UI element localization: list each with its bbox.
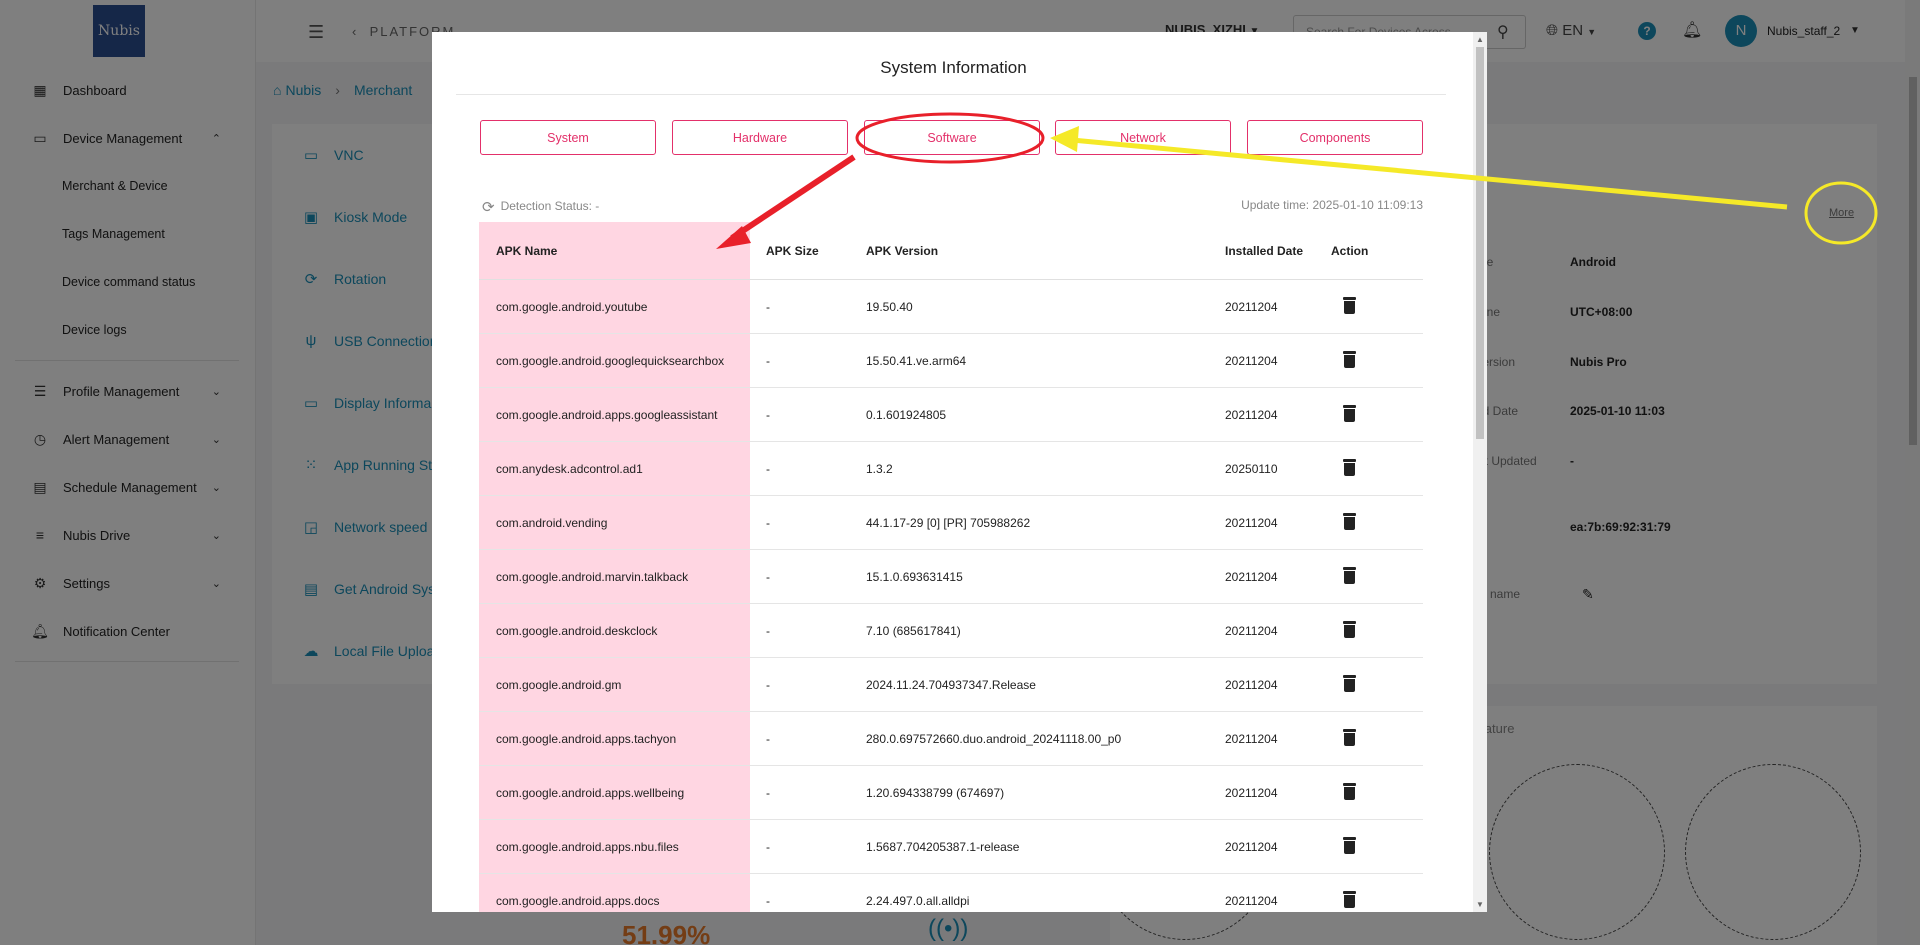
- table-row: com.android.vending - 44.1.17-29 [0] [PR…: [479, 496, 1423, 550]
- table-row: com.google.android.apps.tachyon - 280.0.…: [479, 712, 1423, 766]
- col-installed-date[interactable]: Installed Date: [1225, 244, 1303, 258]
- modal-scrollbar[interactable]: ▲ ▼: [1473, 32, 1487, 912]
- modal-scroll-thumb[interactable]: [1476, 47, 1484, 439]
- system-information-modal: System Information System Hardware Softw…: [432, 32, 1487, 912]
- update-time: Update time: 2025-01-10 11:09:13: [1241, 198, 1423, 212]
- delete-icon[interactable]: [1343, 567, 1356, 584]
- delete-icon[interactable]: [1343, 891, 1356, 908]
- modal-title: System Information: [880, 58, 1027, 77]
- delete-icon[interactable]: [1343, 459, 1356, 476]
- modal-divider: [456, 94, 1446, 95]
- delete-icon[interactable]: [1343, 351, 1356, 368]
- tab-system[interactable]: System: [480, 120, 656, 155]
- tab-network[interactable]: Network: [1055, 120, 1231, 155]
- delete-icon[interactable]: [1343, 837, 1356, 854]
- table-row: com.google.android.marvin.talkback - 15.…: [479, 550, 1423, 604]
- delete-icon[interactable]: [1343, 783, 1356, 800]
- scroll-up-icon[interactable]: ▲: [1476, 35, 1484, 44]
- table-row: com.google.android.apps.nbu.files - 1.56…: [479, 820, 1423, 874]
- table-row: com.google.android.googlequicksearchbox …: [479, 334, 1423, 388]
- delete-icon[interactable]: [1343, 675, 1356, 692]
- table-row: com.anydesk.adcontrol.ad1 - 1.3.2 202501…: [479, 442, 1423, 496]
- table-row: com.google.android.deskclock - 7.10 (685…: [479, 604, 1423, 658]
- scroll-down-icon[interactable]: ▼: [1476, 900, 1484, 909]
- col-action: Action: [1331, 244, 1369, 258]
- tab-software[interactable]: Software: [864, 120, 1040, 155]
- detection-status: ⟳ Detection Status: -: [482, 199, 600, 216]
- tab-components[interactable]: Components: [1247, 120, 1423, 155]
- delete-icon[interactable]: [1343, 621, 1356, 638]
- table-row: com.google.android.apps.googleassistant …: [479, 388, 1423, 442]
- delete-icon[interactable]: [1343, 729, 1356, 746]
- col-apk-version[interactable]: APK Version: [866, 244, 938, 258]
- refresh-icon[interactable]: ⟳: [482, 199, 495, 216]
- delete-icon[interactable]: [1343, 513, 1356, 530]
- delete-icon[interactable]: [1343, 297, 1356, 314]
- delete-icon[interactable]: [1343, 405, 1356, 422]
- table-row: com.google.android.apps.wellbeing - 1.20…: [479, 766, 1423, 820]
- table-row: com.google.android.youtube - 19.50.40 20…: [479, 280, 1423, 334]
- col-apk-size[interactable]: APK Size: [766, 244, 819, 258]
- table-header: APK Name APK Size APK Version Installed …: [479, 222, 1423, 280]
- tab-hardware[interactable]: Hardware: [672, 120, 848, 155]
- table-row: com.google.android.apps.docs - 2.24.497.…: [479, 874, 1423, 912]
- col-apk-name[interactable]: APK Name: [496, 244, 557, 258]
- table-row: com.google.android.gm - 2024.11.24.70493…: [479, 658, 1423, 712]
